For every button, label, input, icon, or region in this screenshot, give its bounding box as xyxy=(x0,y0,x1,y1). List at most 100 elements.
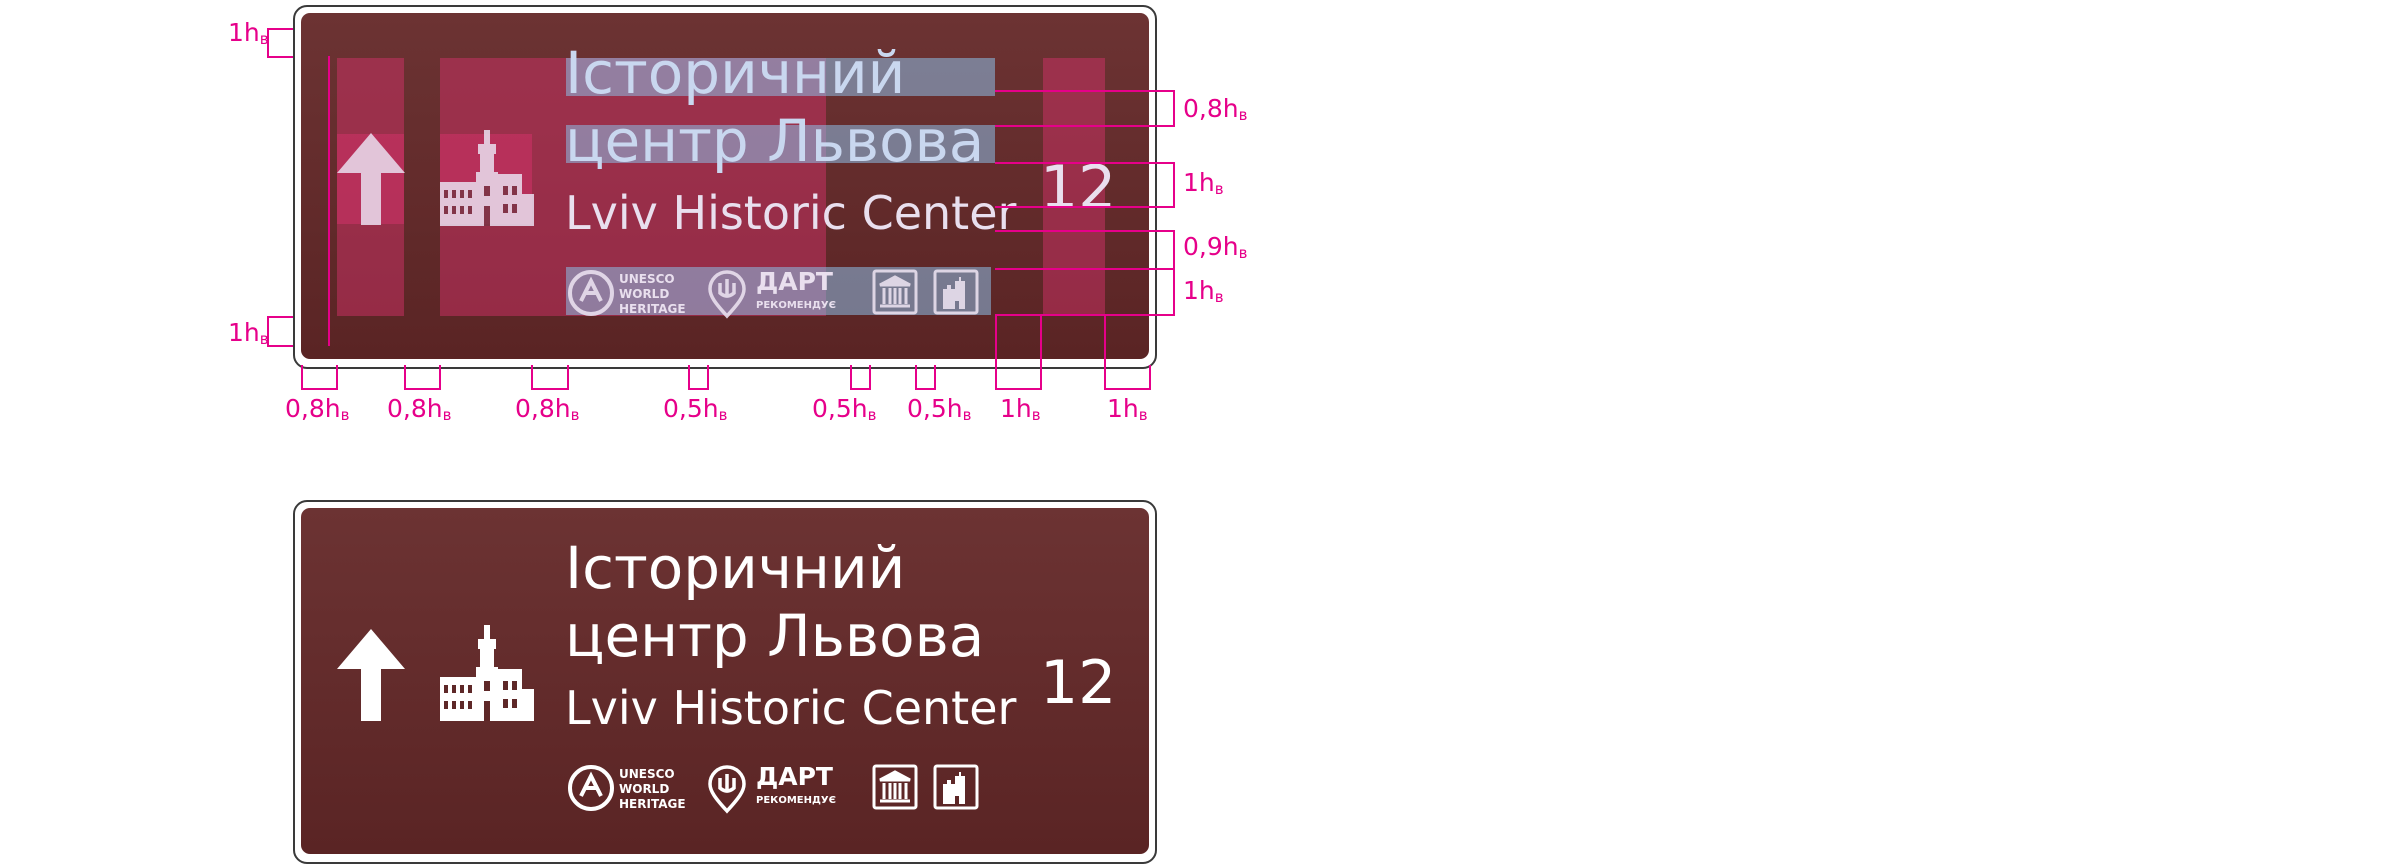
subtitle-gap-bracket xyxy=(1173,230,1175,270)
badge-height-label: 1hв xyxy=(1183,276,1224,306)
arrow-up-icon xyxy=(337,133,405,225)
bottom-tick-2 xyxy=(336,365,338,389)
line-gap-label: 0,8hв xyxy=(1183,94,1247,124)
bottom-bracket-8 xyxy=(1104,388,1151,390)
bottom-bracket-4 xyxy=(688,388,709,390)
bottom-tick-1 xyxy=(301,365,303,389)
unesco-badge xyxy=(567,764,615,812)
top-margin-label: 1hв xyxy=(228,18,269,48)
dart-title: ДАРТ xyxy=(756,267,833,296)
badge-gap-1-value: 0,5h xyxy=(663,394,719,423)
unit-sub: в xyxy=(570,406,580,424)
unesco-line2: WORLD xyxy=(619,287,670,301)
final-sign: Історичний центр Львова Lviv Historic Ce… xyxy=(301,508,1149,854)
unesco-badge xyxy=(567,269,615,317)
bottom-tick-4 xyxy=(439,365,441,389)
title-height-label: 1hв xyxy=(1183,168,1224,198)
unit-sub: в xyxy=(1238,106,1248,124)
badge-height-value: 1h xyxy=(1183,276,1215,305)
badge-gap-3-value: 0,5h xyxy=(907,394,963,423)
unesco-line2: WORLD xyxy=(619,782,670,796)
bottom-margin-bracket-bottom xyxy=(267,345,293,347)
arrow-up-icon xyxy=(337,629,405,721)
bottom-tick-3 xyxy=(404,365,406,389)
unit-sub: в xyxy=(718,406,728,424)
bottom-tick-13 xyxy=(995,316,997,389)
unit-sub: в xyxy=(1214,288,1224,306)
bottom-tick-16 xyxy=(1149,365,1151,389)
badge-height-bottom xyxy=(995,314,1175,316)
title-line2: центр Львова xyxy=(565,602,985,670)
title-height-bracket xyxy=(1173,162,1175,208)
badge-height-bracket xyxy=(1173,268,1175,316)
museum-icon xyxy=(872,269,918,315)
badge-gap-2-value: 0,5h xyxy=(812,394,868,423)
bottom-margin-top-tick xyxy=(267,316,293,318)
subtitle: Lviv Historic Center xyxy=(565,186,1017,240)
unesco-line1: UNESCO xyxy=(619,767,675,781)
icon-gap-label: 0,8hв xyxy=(515,394,579,424)
bottom-bracket-3 xyxy=(531,388,569,390)
bottom-bracket-7 xyxy=(995,388,1042,390)
badge-gap-2-label: 0,5hв xyxy=(812,394,876,424)
title-line1: Історичний xyxy=(565,39,906,107)
subtitle-gap-top xyxy=(995,230,1175,232)
town-hall-icon xyxy=(440,625,534,721)
arrow-gap-label: 0,8hв xyxy=(387,394,451,424)
top-margin-bracket-top xyxy=(267,28,293,30)
unit-sub: в xyxy=(1238,244,1248,262)
right-margin-value: 1h xyxy=(1107,394,1139,423)
line-gap-value: 0,8h xyxy=(1183,94,1239,123)
bottom-tick-9 xyxy=(850,365,852,389)
unit-sub: в xyxy=(442,406,452,424)
bottom-bracket-5 xyxy=(850,388,871,390)
title-line1: Історичний xyxy=(565,534,906,602)
unit-sub: в xyxy=(1031,406,1041,424)
museum-icon xyxy=(872,764,918,810)
line-gap-top xyxy=(995,90,1175,92)
bottom-margin-bracket xyxy=(267,316,269,346)
annotated-sign: Історичний центр Львова Lviv Historic Ce… xyxy=(301,13,1149,359)
left-margin-guide-line xyxy=(328,56,330,346)
unit-sub: в xyxy=(340,406,350,424)
unit-sub: в xyxy=(1214,180,1224,198)
town-hall-icon xyxy=(440,130,534,226)
bottom-tick-5 xyxy=(531,365,533,389)
bottom-tick-8 xyxy=(707,365,709,389)
bottom-margin-value: 1h xyxy=(228,318,260,347)
bottom-tick-12 xyxy=(934,365,936,389)
dart-title: ДАРТ xyxy=(756,762,833,791)
top-margin-value: 1h xyxy=(228,18,260,47)
title-height-value: 1h xyxy=(1183,168,1215,197)
bottom-tick-6 xyxy=(567,365,569,389)
badge-gap-1-label: 0,5hв xyxy=(663,394,727,424)
title-height-top xyxy=(995,162,1175,164)
bottom-tick-14 xyxy=(1040,316,1042,389)
subtitle-gap-label: 0,9hв xyxy=(1183,232,1247,262)
dart-pin-icon xyxy=(707,269,747,319)
icon-gap-value: 0,8h xyxy=(515,394,571,423)
number-gap-value: 1h xyxy=(1000,394,1032,423)
left-margin-label: 0,8hв xyxy=(285,394,349,424)
unit-sub: в xyxy=(1138,406,1148,424)
bottom-bracket-1 xyxy=(301,388,338,390)
bottom-margin-label: 1hв xyxy=(228,318,269,348)
dart-sub: РЕКОМЕНДУЄ xyxy=(756,795,836,806)
bottom-tick-7 xyxy=(688,365,690,389)
distance-number: 12 xyxy=(1040,648,1117,718)
bottom-tick-15 xyxy=(1104,316,1106,389)
number-gap-label: 1hв xyxy=(1000,394,1041,424)
arrow-gap-value: 0,8h xyxy=(387,394,443,423)
unit-sub: в xyxy=(867,406,877,424)
bottom-bracket-6 xyxy=(915,388,936,390)
top-margin-bracket xyxy=(267,28,269,56)
left-margin-value: 0,8h xyxy=(285,394,341,423)
subtitle-gap-bottom xyxy=(995,268,1175,270)
unesco-line1: UNESCO xyxy=(619,272,675,286)
unesco-line3: HERITAGE xyxy=(619,302,686,316)
castle-icon xyxy=(933,764,979,810)
title-line2: центр Львова xyxy=(565,107,985,175)
bottom-tick-10 xyxy=(869,365,871,389)
badge-gap-3-label: 0,5hв xyxy=(907,394,971,424)
subtitle: Lviv Historic Center xyxy=(565,681,1017,735)
